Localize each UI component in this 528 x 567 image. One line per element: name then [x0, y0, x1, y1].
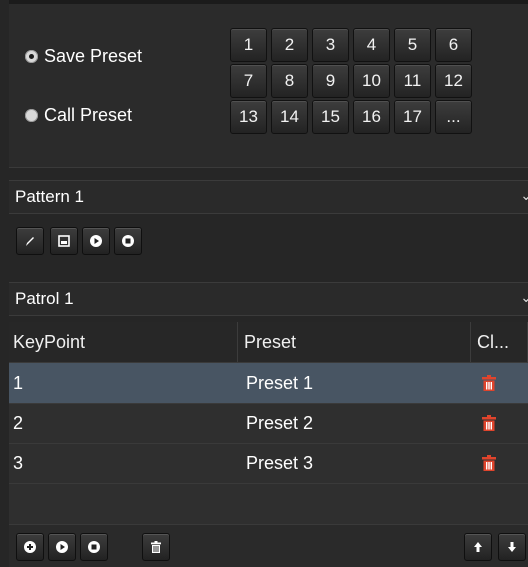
- table-row[interactable]: 2 Preset 2: [9, 403, 528, 444]
- chevron-down-icon: ⌄: [520, 187, 528, 203]
- column-header-keypoint[interactable]: KeyPoint: [9, 322, 238, 362]
- pattern-select-value: Pattern 1: [15, 187, 84, 206]
- preset-cell: Preset 2: [246, 413, 314, 433]
- preset-number-button[interactable]: 17: [394, 100, 431, 134]
- delete-icon[interactable]: [481, 415, 497, 432]
- keypoint-cell: 1: [13, 373, 24, 393]
- delete-icon[interactable]: [481, 455, 497, 472]
- preset-number-button[interactable]: 1: [230, 28, 267, 62]
- table-row[interactable]: 3 Preset 3: [9, 443, 528, 484]
- preset-cell: Preset 3: [246, 453, 314, 473]
- arrow-down-icon: [508, 542, 516, 552]
- call-preset-radio[interactable]: Call Preset: [25, 105, 132, 126]
- patrol-select-value: Patrol 1: [15, 289, 74, 308]
- pencil-icon: [26, 237, 34, 246]
- preset-number-button[interactable]: 10: [353, 64, 390, 98]
- stop-icon: [88, 541, 100, 553]
- stop-patrol-button[interactable]: [80, 533, 108, 561]
- preset-number-button[interactable]: 5: [394, 28, 431, 62]
- radio-checked-icon: [25, 50, 38, 63]
- table-header: KeyPoint Preset Cl...: [9, 322, 528, 363]
- move-down-button[interactable]: [498, 533, 526, 561]
- preset-number-button[interactable]: 8: [271, 64, 308, 98]
- preset-number-button[interactable]: 6: [435, 28, 472, 62]
- preset-cell: Preset 1: [246, 373, 314, 393]
- edit-pattern-button[interactable]: [16, 227, 44, 255]
- preset-number-button[interactable]: 3: [312, 28, 349, 62]
- preset-number-button[interactable]: ...: [435, 100, 472, 134]
- preset-number-button[interactable]: 13: [230, 100, 267, 134]
- save-icon: [58, 235, 70, 247]
- preset-number-button[interactable]: 7: [230, 64, 267, 98]
- patrol-table: KeyPoint Preset Cl... 1 Preset 1 2 Preset 2…: [9, 322, 528, 524]
- preset-number-grid: 1 2 3 4 5 6 7 8 9 10 11 12 13 14 15 16 17...: [230, 28, 472, 134]
- preset-number-button[interactable]: 12: [435, 64, 472, 98]
- patrol-toolbar: [9, 524, 528, 567]
- play-icon: [90, 235, 102, 247]
- preset-panel: Save Preset Call Preset 1 2 3 4 5 6 7 8 9 10 11 12 1…: [9, 0, 528, 168]
- delete-all-button[interactable]: [142, 533, 170, 561]
- preset-number-button[interactable]: 16: [353, 100, 390, 134]
- patrol-select[interactable]: Patrol 1 ⌄: [9, 282, 528, 316]
- keypoint-cell: 2: [13, 413, 24, 433]
- call-preset-label: Call Preset: [44, 105, 133, 125]
- preset-number-button[interactable]: 4: [353, 28, 390, 62]
- table-row[interactable]: 1 Preset 1: [9, 363, 528, 404]
- radio-unchecked-icon: [25, 109, 38, 122]
- save-pattern-button[interactable]: [50, 227, 78, 255]
- add-keypoint-button[interactable]: [16, 533, 44, 561]
- save-preset-label: Save Preset: [44, 46, 143, 66]
- preset-number-button[interactable]: 11: [394, 64, 431, 98]
- move-up-button[interactable]: [464, 533, 492, 561]
- column-header-preset[interactable]: Preset: [238, 322, 471, 362]
- pattern-toolbar: [9, 218, 528, 262]
- preset-number-button[interactable]: 15: [312, 100, 349, 134]
- delete-icon[interactable]: [481, 375, 497, 392]
- preset-number-button[interactable]: 14: [271, 100, 308, 134]
- stop-icon: [122, 235, 134, 247]
- play-pattern-button[interactable]: [82, 227, 110, 255]
- start-patrol-button[interactable]: [48, 533, 76, 561]
- trash-icon: [151, 541, 161, 553]
- add-icon: [24, 541, 36, 553]
- arrow-up-icon: [474, 542, 482, 552]
- stop-pattern-button[interactable]: [114, 227, 142, 255]
- column-header-clear[interactable]: Cl...: [471, 322, 528, 362]
- chevron-down-icon: ⌄: [520, 289, 528, 305]
- pattern-select[interactable]: Pattern 1 ⌄: [9, 180, 528, 214]
- preset-number-button[interactable]: 2: [271, 28, 308, 62]
- keypoint-cell: 3: [13, 453, 24, 473]
- save-preset-radio[interactable]: Save Preset: [25, 46, 142, 67]
- play-icon: [56, 541, 68, 553]
- preset-number-button[interactable]: 9: [312, 64, 349, 98]
